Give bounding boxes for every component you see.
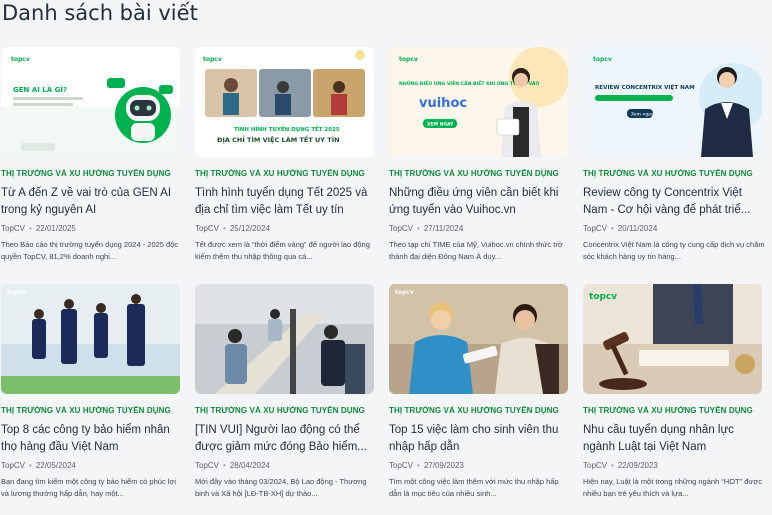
thumb-heading: TÌNH HÌNH TUYỂN DỤNG TẾT 2025	[234, 125, 340, 133]
vuihoc-illustration: topcv NHỮNG ĐIỀU ỨNG VIÊN CẦN BIẾT KHI Ứ…	[389, 47, 568, 157]
topcv-logo: topcv	[399, 56, 418, 63]
topcv-logo: topcv	[589, 292, 617, 302]
thumb-heading: REVIEW CONCENTRIX VIỆT NAM	[595, 83, 695, 91]
topcv-logo: topcv	[7, 289, 26, 296]
svg-text:XEM NGAY: XEM NGAY	[427, 122, 454, 128]
post-thumbnail[interactable]: topcv GEN AI LÀ GÌ?	[1, 47, 180, 157]
post-title[interactable]: Nhu cầu tuyển dụng nhân lực ngành Luật t…	[583, 422, 769, 456]
svg-text:Xem ngay: Xem ngay	[631, 112, 654, 118]
thumb-heading: GEN AI LÀ GÌ?	[13, 85, 67, 94]
post-title[interactable]: Những điều ứng viên cần biết khi ứng tuy…	[389, 185, 575, 219]
post-meta: TopCV • 22/01/2025	[1, 224, 187, 233]
post-title[interactable]: [TIN VUI] Người lao động có thể được giả…	[195, 422, 381, 456]
dot-separator: •	[29, 461, 32, 470]
post-title[interactable]: Top 15 việc làm cho sinh viên thu nhập h…	[389, 422, 575, 456]
law-gavel-photo: topcv	[583, 284, 762, 394]
post-meta: TopCV • 27/11/2024	[389, 224, 575, 233]
post-meta: TopCV • 22/05/2024	[1, 461, 187, 470]
post-author: TopCV	[1, 224, 26, 233]
post-meta: TopCV • 27/09/2023	[389, 461, 575, 470]
post-title[interactable]: Từ A đến Z về vai trò của GEN AI trong k…	[1, 185, 187, 219]
post-excerpt: Hiện nay, Luật là một trong những ngành …	[583, 477, 763, 498]
post-excerpt: Concentrix Việt Nam là công ty cung cấp …	[583, 240, 765, 261]
topcv-logo: topcv	[593, 56, 612, 63]
post-date: 22/09/2023	[617, 461, 658, 470]
students-photo: topcv	[389, 284, 568, 394]
genai-illustration: topcv GEN AI LÀ GÌ?	[1, 47, 180, 157]
post-date: 27/09/2023	[423, 461, 464, 470]
post-meta: TopCV • 25/12/2024	[195, 224, 381, 233]
topcv-logo: topcv	[395, 289, 414, 296]
post-date: 28/04/2024	[229, 461, 270, 470]
post-category[interactable]: THỊ TRƯỜNG VÀ XU HƯỚNG TUYỂN DỤNG	[389, 169, 575, 178]
post-category[interactable]: THỊ TRƯỜNG VÀ XU HƯỚNG TUYỂN DỤNG	[195, 169, 381, 178]
post-thumbnail[interactable]: topcv NHỮNG ĐIỀU ỨNG VIÊN CẦN BIẾT KHI Ứ…	[389, 47, 568, 157]
post-excerpt: Tìm một công việc làm thêm với mức thu n…	[389, 477, 559, 498]
post-category[interactable]: THỊ TRƯỜNG VÀ XU HƯỚNG TUYỂN DỤNG	[583, 406, 769, 415]
dot-separator: •	[29, 224, 32, 233]
post-author: TopCV	[1, 461, 26, 470]
post-meta: TopCV • 28/04/2024	[195, 461, 381, 470]
post-date: 22/01/2025	[35, 224, 76, 233]
thumb-subheading: ĐỊA CHỈ TÌM VIỆC LÀM TẾT UY TÍN	[217, 134, 340, 144]
post-meta: TopCV • 20/11/2024	[583, 224, 769, 233]
post-grid: topcv GEN AI LÀ GÌ? THỊ TRƯỜNG VÀ XU HƯỚ…	[0, 0, 772, 515]
tet-jobs-illustration: topcv TÌNH HÌNH TUYỂN DỤNG TẾT 2025 ĐỊA …	[195, 47, 374, 157]
post-thumbnail[interactable]: topcv	[583, 284, 762, 394]
post-excerpt: Tết được xem là “thời điểm vàng” để ngườ…	[195, 240, 370, 261]
post-title[interactable]: Tình hình tuyển dụng Tết 2025 và địa chỉ…	[195, 185, 381, 219]
post-date: 22/05/2024	[35, 461, 76, 470]
topcv-logo: topcv	[11, 56, 30, 63]
topcv-logo: topcv	[203, 56, 222, 63]
post-meta: TopCV • 22/09/2023	[583, 461, 769, 470]
post-title[interactable]: Top 8 các công ty bảo hiểm nhân thọ hàng…	[1, 422, 187, 456]
insurance-team-photo: topcv	[1, 284, 180, 394]
concentrix-illustration: topcv REVIEW CONCENTRIX VIỆT NAM Xem nga…	[583, 47, 762, 157]
post-author: TopCV	[389, 224, 414, 233]
post-thumbnail[interactable]: topcv	[389, 284, 568, 394]
post-date: 20/11/2024	[617, 224, 658, 233]
dot-separator: •	[417, 224, 420, 233]
post-category[interactable]: THỊ TRƯỜNG VÀ XU HƯỚNG TUYỂN DỤNG	[1, 169, 187, 178]
post-thumbnail[interactable]	[195, 284, 374, 394]
post-category[interactable]: THỊ TRƯỜNG VÀ XU HƯỚNG TUYỂN DỤNG	[583, 169, 769, 178]
post-author: TopCV	[195, 224, 220, 233]
post-excerpt: Mới đây vào tháng 03/2024, Bộ Lao động -…	[195, 477, 367, 498]
vuihoc-logo: vuihoc	[419, 96, 467, 111]
post-author: TopCV	[195, 461, 220, 470]
factory-workers-photo	[195, 284, 374, 394]
post-date: 27/11/2024	[423, 224, 464, 233]
post-excerpt: Theo Báo cáo thị trường tuyển dụng 2024 …	[1, 240, 179, 261]
post-date: 25/12/2024	[229, 224, 270, 233]
dot-separator: •	[417, 461, 420, 470]
post-author: TopCV	[583, 461, 608, 470]
post-excerpt: Theo tạp chí TIME của Mỹ, Vuihoc.vn chín…	[389, 240, 563, 261]
post-category[interactable]: THỊ TRƯỜNG VÀ XU HƯỚNG TUYỂN DỤNG	[389, 406, 575, 415]
post-category[interactable]: THỊ TRƯỜNG VÀ XU HƯỚNG TUYỂN DỤNG	[1, 406, 187, 415]
dot-separator: •	[223, 461, 226, 470]
dot-separator: •	[611, 224, 614, 233]
dot-separator: •	[223, 224, 226, 233]
post-title[interactable]: Review công ty Concentrix Việt Nam - Cơ …	[583, 185, 769, 219]
post-author: TopCV	[389, 461, 414, 470]
post-author: TopCV	[583, 224, 608, 233]
post-category[interactable]: THỊ TRƯỜNG VÀ XU HƯỚNG TUYỂN DỤNG	[195, 406, 381, 415]
post-thumbnail[interactable]: topcv TÌNH HÌNH TUYỂN DỤNG TẾT 2025 ĐỊA …	[195, 47, 374, 157]
post-thumbnail[interactable]: topcv	[1, 284, 180, 394]
post-excerpt: Bạn đang tìm kiếm một công ty bảo hiểm c…	[1, 477, 177, 498]
dot-separator: •	[611, 461, 614, 470]
post-thumbnail[interactable]: topcv REVIEW CONCENTRIX VIỆT NAM Xem nga…	[583, 47, 762, 157]
